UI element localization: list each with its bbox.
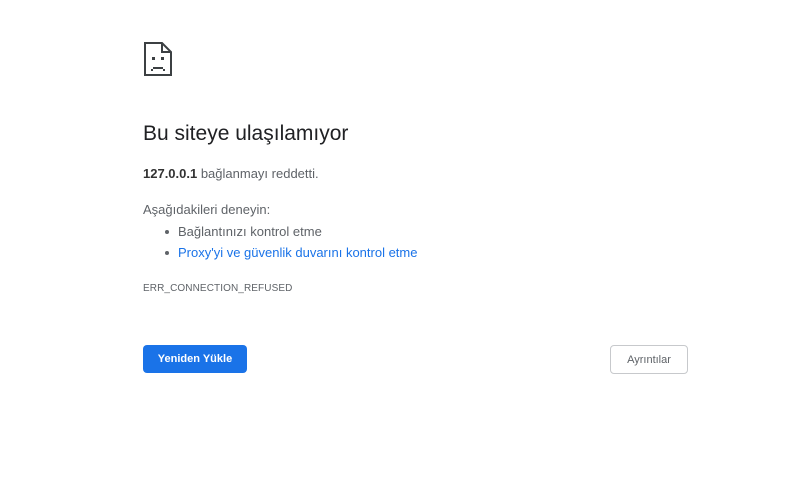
proxy-firewall-link[interactable]: Proxy'yi ve güvenlik duvarını kontrol et… xyxy=(178,245,417,260)
error-code: ERR_CONNECTION_REFUSED xyxy=(143,283,293,294)
sad-page-icon xyxy=(144,42,172,76)
suggestion-check-proxy-firewall: Proxy'yi ve güvenlik duvarını kontrol et… xyxy=(143,242,417,263)
suggestion-label: Bağlantınızı kontrol etme xyxy=(178,224,322,239)
reload-button[interactable]: Yeniden Yükle xyxy=(143,345,247,373)
error-summary: 127.0.0.1 bağlanmayı reddetti. xyxy=(143,166,319,181)
suggestion-check-connection: Bağlantınızı kontrol etme xyxy=(143,221,417,242)
suggestions-heading: Aşağıdakileri deneyin: xyxy=(143,202,271,217)
suggestions-list: Bağlantınızı kontrol etme Proxy'yi ve gü… xyxy=(143,221,417,263)
details-button[interactable]: Ayrıntılar xyxy=(610,345,688,374)
page-title: Bu siteye ulaşılamıyor xyxy=(143,122,349,145)
host-address: 127.0.0.1 xyxy=(143,166,198,181)
error-message: bağlanmayı reddetti. xyxy=(197,166,319,181)
